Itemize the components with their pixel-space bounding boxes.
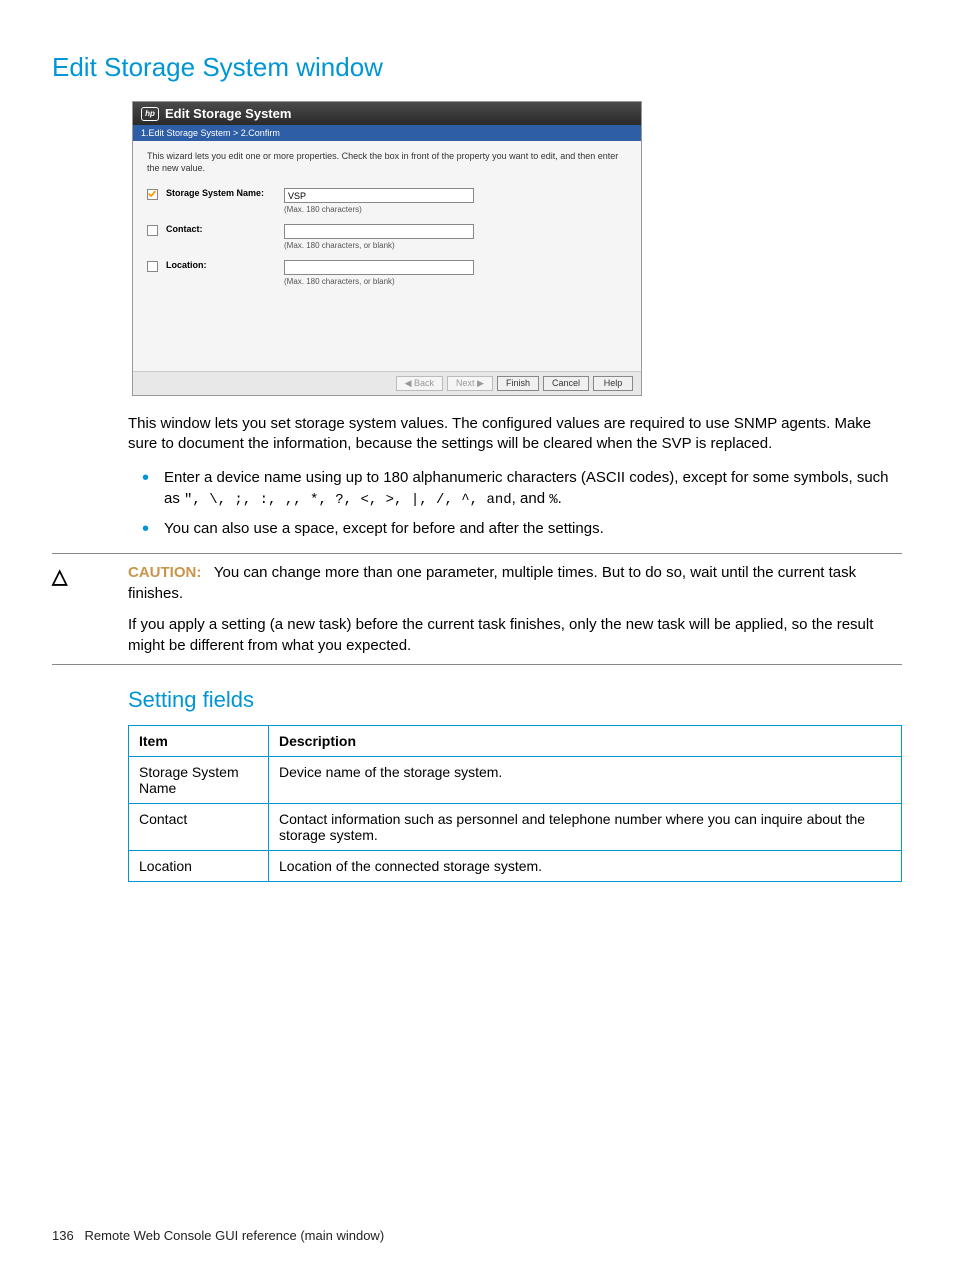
checkbox-storage-system-name[interactable] (147, 189, 158, 200)
breadcrumb: 1.Edit Storage System > 2.Confirm (133, 125, 641, 141)
label-location: Location: (166, 260, 276, 270)
th-description: Description (269, 726, 902, 757)
window-title: Edit Storage System (165, 106, 291, 121)
hp-logo-icon: hp (141, 107, 159, 121)
input-storage-system-name[interactable] (284, 188, 474, 203)
setting-fields-heading: Setting fields (128, 687, 902, 713)
bullet-list: Enter a device name using up to 180 alph… (164, 467, 902, 540)
back-button[interactable]: ◀ Back (396, 376, 443, 391)
label-contact: Contact: (166, 224, 276, 234)
hint-contact: (Max. 180 characters, or blank) (284, 241, 627, 250)
cancel-button[interactable]: Cancel (543, 376, 589, 391)
input-contact[interactable] (284, 224, 474, 239)
help-button[interactable]: Help (593, 376, 633, 391)
label-storage-system-name: Storage System Name: (166, 188, 276, 198)
hint-location: (Max. 180 characters, or blank) (284, 277, 627, 286)
page-title: Edit Storage System window (52, 52, 902, 83)
wizard-instruction: This wizard lets you edit one or more pr… (147, 151, 627, 174)
setting-fields-table: Item Description Storage System Name Dev… (128, 725, 902, 882)
wizard-footer: ◀ Back Next ▶ Finish Cancel Help (133, 371, 641, 395)
hint-storage-system-name: (Max. 180 characters) (284, 205, 627, 214)
table-row: Location Location of the connected stora… (129, 851, 902, 882)
finish-button[interactable]: Finish (497, 376, 539, 391)
row-storage-system-name: Storage System Name: (Max. 180 character… (147, 188, 627, 214)
caution-label: CAUTION: (128, 564, 201, 581)
caution-icon: △ (52, 564, 67, 589)
bullet-2: You can also use a space, except for bef… (164, 518, 902, 539)
row-contact: Contact: (Max. 180 characters, or blank) (147, 224, 627, 250)
checkbox-location[interactable] (147, 261, 158, 272)
table-row: Contact Contact information such as pers… (129, 804, 902, 851)
next-button[interactable]: Next ▶ (447, 376, 493, 391)
th-item: Item (129, 726, 269, 757)
window-titlebar: hp Edit Storage System (133, 102, 641, 125)
row-location: Location: (Max. 180 characters, or blank… (147, 260, 627, 286)
checkbox-contact[interactable] (147, 225, 158, 236)
edit-storage-system-screenshot: hp Edit Storage System 1.Edit Storage Sy… (132, 101, 642, 396)
caution-block: △ CAUTION: You can change more than one … (52, 553, 902, 665)
table-row: Storage System Name Device name of the s… (129, 757, 902, 804)
caution-text-2: If you apply a setting (a new task) befo… (128, 614, 902, 656)
intro-paragraph: This window lets you set storage system … (128, 414, 902, 455)
bullet-1: Enter a device name using up to 180 alph… (164, 467, 902, 511)
page-footer: 136 Remote Web Console GUI reference (ma… (52, 1228, 384, 1243)
input-location[interactable] (284, 260, 474, 275)
caution-text-1: You can change more than one parameter, … (128, 564, 856, 602)
